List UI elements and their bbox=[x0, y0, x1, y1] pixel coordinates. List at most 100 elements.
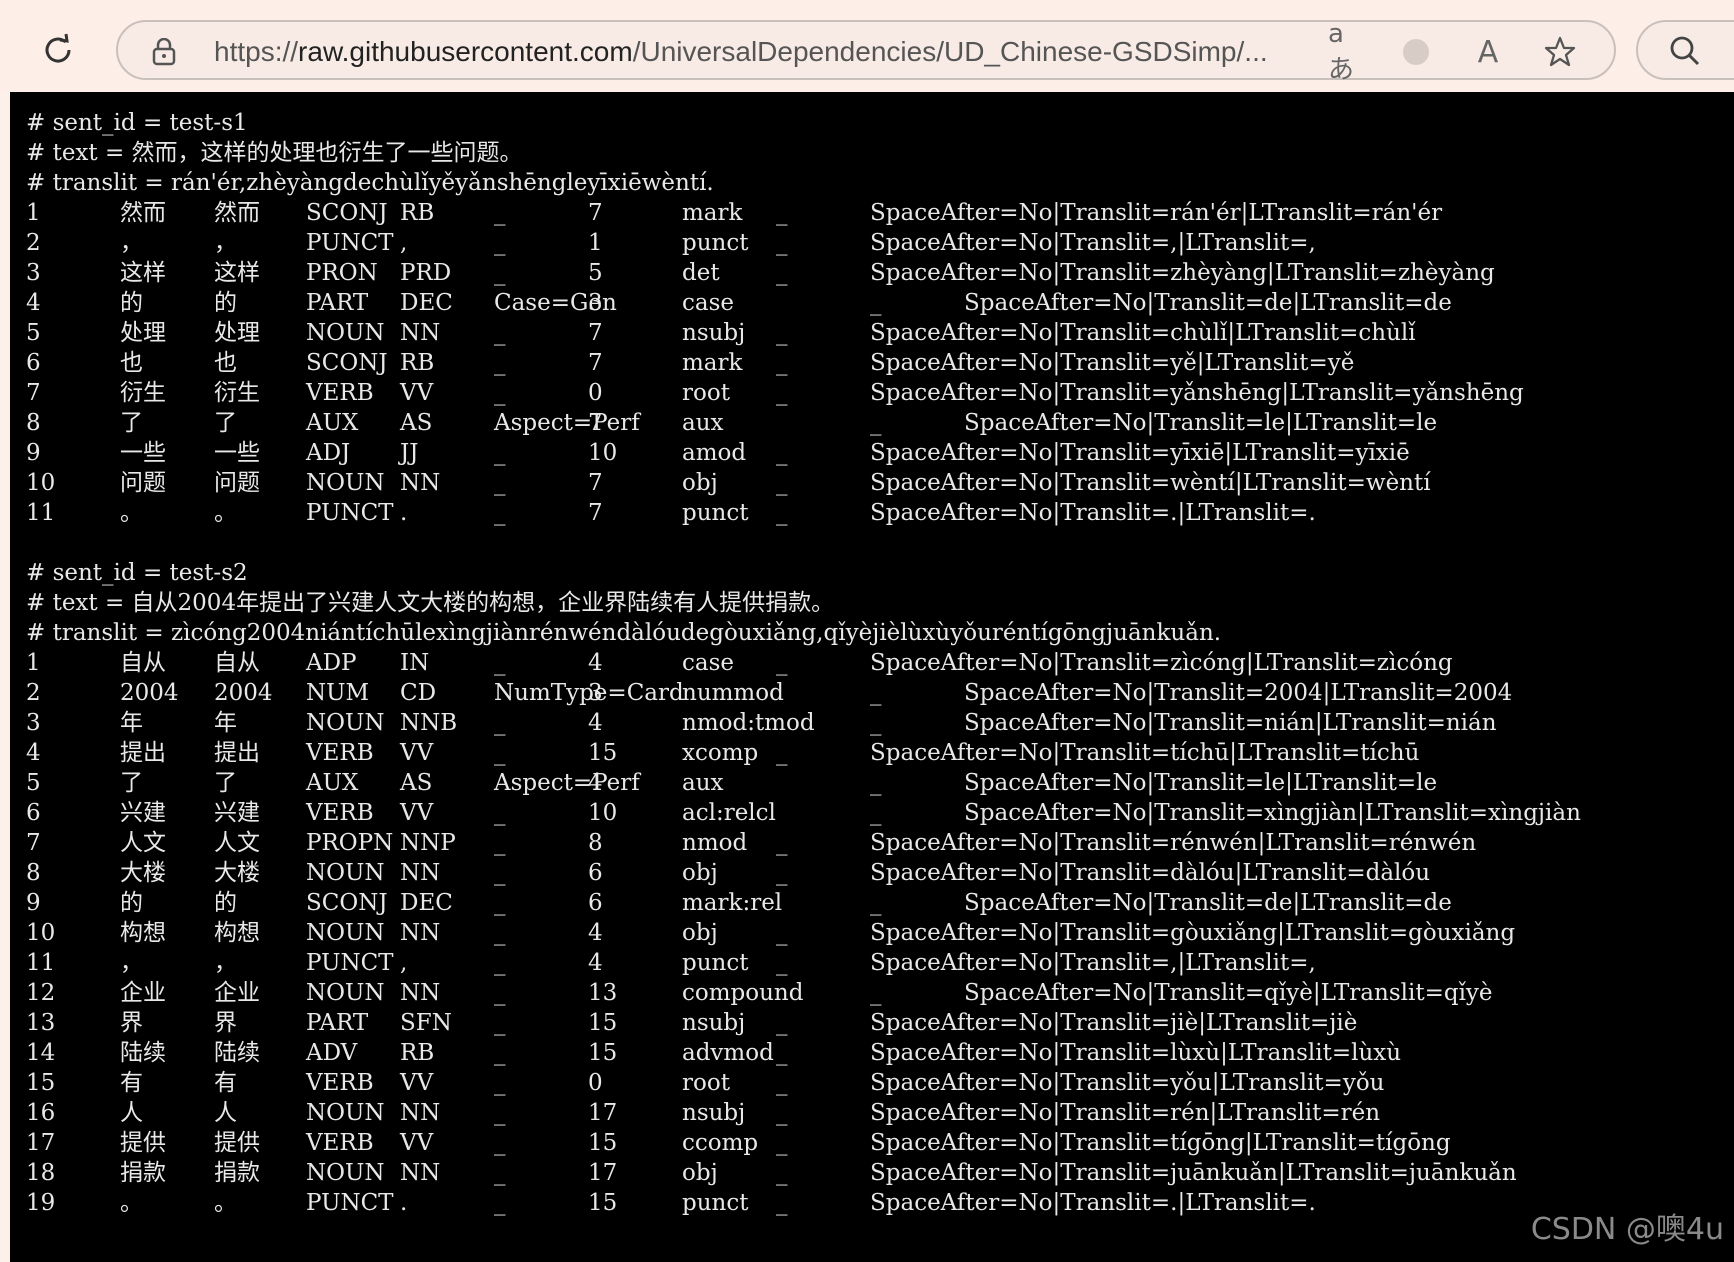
token-cell: xcomp bbox=[682, 740, 759, 766]
token-cell: SpaceAfter=No|Translit=juānkuǎn|LTransli… bbox=[870, 1160, 1517, 1186]
token-row: 19 。 。 PUNCT. _ 15 punct _ SpaceAfter=No|Transli… bbox=[10, 1188, 1734, 1218]
token-cell: NOUN bbox=[306, 860, 385, 886]
favorite-button[interactable] bbox=[1542, 34, 1578, 70]
token-cell: _ bbox=[494, 350, 506, 376]
token-cell: _ bbox=[776, 260, 788, 286]
token-cell: 。 bbox=[214, 1190, 237, 1216]
token-cell: 5 bbox=[26, 320, 41, 346]
url-path: /UniversalDependencies/UD_Chinese-GSDSim… bbox=[632, 36, 1268, 67]
token-cell: 4 bbox=[588, 920, 603, 946]
token-cell: 处理 bbox=[214, 320, 260, 346]
token-cell: 8 bbox=[26, 410, 41, 436]
token-cell: punct bbox=[682, 1190, 749, 1216]
token-cell: _ bbox=[776, 1130, 788, 1156]
token-cell: SpaceAfter=No|Translit=rán'ér|LTranslit=… bbox=[870, 200, 1443, 226]
token-row: 11 ， ， PUNCT, _ 4 punct _ SpaceAfter=No|Translit… bbox=[10, 948, 1734, 978]
token-cell: , bbox=[400, 230, 408, 256]
token-cell: 1 bbox=[26, 650, 41, 676]
reload-button[interactable] bbox=[36, 28, 80, 72]
token-cell: _ bbox=[494, 200, 506, 226]
token-cell: 10 bbox=[588, 800, 618, 826]
token-cell: 17 bbox=[26, 1130, 56, 1156]
token-cell: 大楼 bbox=[214, 860, 260, 886]
token-cell: _ bbox=[870, 410, 882, 436]
token-cell: NNP bbox=[400, 830, 456, 856]
token-cell: _ bbox=[870, 710, 882, 736]
token-cell: 7 bbox=[588, 320, 603, 346]
token-cell: ccomp bbox=[682, 1130, 759, 1156]
token-cell: ADP bbox=[306, 650, 357, 676]
token-cell: _ bbox=[494, 440, 506, 466]
token-cell: 衍生 bbox=[214, 380, 260, 406]
token-cell: VV bbox=[400, 1070, 434, 1096]
token-cell: 构想 bbox=[214, 920, 260, 946]
extension-icon[interactable] bbox=[1398, 34, 1434, 70]
token-cell: 5 bbox=[26, 770, 41, 796]
token-cell: SCONJ bbox=[306, 890, 388, 916]
search-button[interactable] bbox=[1636, 20, 1734, 80]
token-cell: CD bbox=[400, 680, 437, 706]
token-cell: ， bbox=[214, 230, 237, 256]
token-cell: _ bbox=[776, 500, 788, 526]
token-cell: VV bbox=[400, 800, 434, 826]
token-cell: mark:rel bbox=[682, 890, 783, 916]
token-cell: 5 bbox=[588, 260, 603, 286]
token-cell: _ bbox=[494, 920, 506, 946]
token-cell: 2004 bbox=[214, 680, 273, 706]
token-cell: _ bbox=[494, 260, 506, 286]
token-cell: 人文 bbox=[120, 830, 166, 856]
token-cell: nsubj bbox=[682, 1100, 746, 1126]
token-cell: RB bbox=[400, 200, 435, 226]
text-size-icon[interactable]: A bbox=[1470, 34, 1506, 70]
token-cell: 3 bbox=[588, 680, 603, 706]
token-cell: 10 bbox=[588, 440, 618, 466]
extension-circle-icon bbox=[1403, 39, 1429, 65]
token-cell: PRD bbox=[400, 260, 452, 286]
read-aloud-icon[interactable]: aあ bbox=[1328, 19, 1364, 85]
token-cell: 7 bbox=[588, 470, 603, 496]
token-cell: NOUN bbox=[306, 1160, 385, 1186]
token-cell: 0 bbox=[588, 380, 603, 406]
token-cell: 然而 bbox=[214, 200, 260, 226]
token-cell: _ bbox=[776, 350, 788, 376]
token-cell: SpaceAfter=No|Translit=tíchū|LTranslit=t… bbox=[870, 740, 1420, 766]
comment-line: # translit = zìcóng2004niántíchūlexìngji… bbox=[26, 620, 1222, 646]
token-cell: _ bbox=[494, 800, 506, 826]
token-cell: 15 bbox=[26, 1070, 56, 1096]
token-row: 7 衍生 衍生 VERB VV _ 0 root _ SpaceAfter=No|Translit… bbox=[10, 378, 1734, 408]
token-cell: DEC bbox=[400, 290, 453, 316]
token-cell: 构想 bbox=[120, 920, 166, 946]
token-cell: NOUN bbox=[306, 710, 385, 736]
token-cell: SpaceAfter=No|Translit=le|LTranslit=le bbox=[964, 770, 1438, 796]
token-cell: 7 bbox=[588, 500, 603, 526]
token-cell: 陆续 bbox=[214, 1040, 260, 1066]
token-cell: NOUN bbox=[306, 980, 385, 1006]
token-cell: 大楼 bbox=[120, 860, 166, 886]
token-cell: _ bbox=[494, 1010, 506, 1036]
token-cell: SpaceAfter=No|Translit=.|LTranslit=. bbox=[870, 1190, 1316, 1216]
url-prefix: https:// bbox=[214, 36, 299, 67]
token-cell: SpaceAfter=No|Translit=tígōng|LTranslit=… bbox=[870, 1130, 1451, 1156]
token-cell: case bbox=[682, 290, 735, 316]
token-cell: 了 bbox=[120, 410, 143, 436]
url-text[interactable]: https://raw.githubusercontent.com/Univer… bbox=[214, 36, 1268, 68]
token-cell: _ bbox=[776, 650, 788, 676]
token-cell: _ bbox=[494, 470, 506, 496]
token-cell: _ bbox=[494, 1100, 506, 1126]
token-cell: punct bbox=[682, 500, 749, 526]
token-cell: AS bbox=[400, 410, 433, 436]
token-cell: 15 bbox=[588, 1010, 618, 1036]
browser-toolbar: https://raw.githubusercontent.com/Univer… bbox=[0, 0, 1734, 92]
token-cell: 18 bbox=[26, 1160, 56, 1186]
lock-icon[interactable] bbox=[152, 38, 176, 66]
token-cell: SpaceAfter=No|Translit=le|LTranslit=le bbox=[964, 410, 1438, 436]
token-cell: 也 bbox=[120, 350, 143, 376]
token-cell: _ bbox=[776, 1160, 788, 1186]
reload-icon bbox=[45, 33, 71, 63]
token-cell: _ bbox=[870, 980, 882, 1006]
address-bar[interactable]: https://raw.githubusercontent.com/Univer… bbox=[116, 19, 1616, 85]
token-cell: 7 bbox=[588, 350, 603, 376]
token-cell: 提出 bbox=[214, 740, 260, 766]
token-cell: 捐款 bbox=[214, 1160, 260, 1186]
token-cell: 4 bbox=[26, 290, 41, 316]
